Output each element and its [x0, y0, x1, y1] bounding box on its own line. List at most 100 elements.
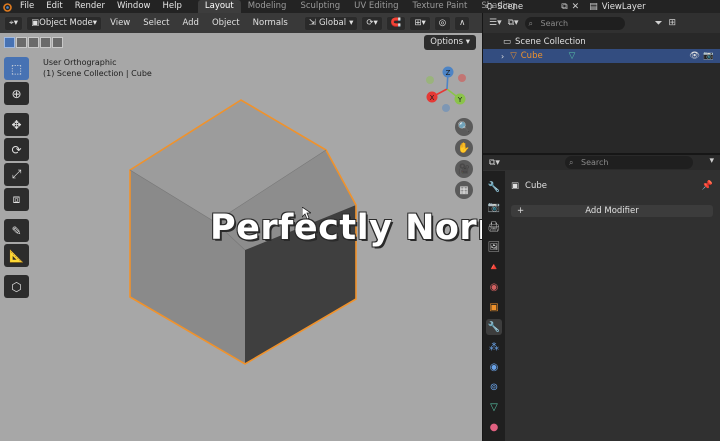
annotate-tool[interactable]: ✎	[4, 219, 29, 242]
world-tab-icon[interactable]: ◉	[486, 279, 502, 295]
add-modifier-button[interactable]: + Add Modifier	[511, 205, 713, 217]
object-name-label: Cube	[525, 181, 547, 191]
scene-browse-icon[interactable]: ⧉	[561, 2, 567, 12]
search-icon: ⌕	[528, 18, 534, 28]
filter-icon[interactable]: ⏷	[655, 18, 663, 29]
physics-tab-icon[interactable]: ◉	[486, 359, 502, 375]
chevron-down-icon[interactable]: ▾	[709, 156, 714, 166]
perspective-grid-icon[interactable]: ▦	[455, 181, 473, 199]
display-mode-icon[interactable]: ⧉▾	[508, 18, 519, 28]
tab-layout[interactable]: Layout	[197, 0, 241, 13]
snap-toggle[interactable]: 🧲	[385, 15, 407, 31]
menu-add[interactable]: Add	[177, 18, 203, 28]
workspace-tabs: Layout Modeling Sculpting UV Editing Tex…	[197, 0, 523, 13]
move-tool[interactable]: ✥	[4, 113, 29, 136]
render-tab-icon[interactable]: 📷	[486, 199, 502, 215]
menu-select[interactable]: Select	[138, 18, 174, 28]
particles-tab-icon[interactable]: ⁂	[486, 339, 502, 355]
output-tab-icon[interactable]: 🖨	[486, 219, 502, 235]
add-modifier-label: Add Modifier	[585, 206, 639, 216]
rotate-tool[interactable]: ⟳	[4, 138, 29, 161]
scale-tool[interactable]: ⤢	[4, 163, 29, 186]
gizmo-z-label: Z	[446, 69, 451, 77]
measure-tool[interactable]: 📐	[4, 244, 29, 267]
menu-view[interactable]: View	[105, 18, 135, 28]
chevron-down-icon: ▾	[92, 18, 98, 28]
scene-icon[interactable]: ⛭	[486, 2, 493, 12]
data-tab-icon[interactable]: ▽	[486, 399, 502, 415]
options-label: Options	[430, 37, 464, 47]
outliner-row-scene-collection[interactable]: ▭ Scene Collection	[483, 35, 720, 49]
tool-tab-icon[interactable]: 🔧	[486, 179, 502, 195]
search-icon: ⌕	[569, 158, 574, 167]
menu-window[interactable]: Window	[111, 0, 157, 13]
properties-header: ⧉▾ ⌕ Search ▾	[483, 155, 720, 170]
outliner-panel: ☰▾ ⧉▾ ⌕ Search ⏷ ⊞ ▭ Scene Collection › …	[482, 13, 720, 153]
material-tab-icon[interactable]: ●	[486, 419, 502, 435]
menu-help[interactable]: Help	[156, 0, 187, 13]
menu-render[interactable]: Render	[69, 0, 111, 13]
proportional-falloff-dropdown[interactable]: ∧	[454, 15, 471, 31]
transform-tool[interactable]: ⧈	[4, 188, 29, 211]
scene-name[interactable]: Scene	[497, 2, 557, 12]
scene-tab-icon[interactable]: 🔺	[486, 259, 502, 275]
object-tab-icon[interactable]: ▣	[486, 299, 502, 315]
select-box-tool[interactable]: ⬚	[4, 57, 29, 80]
tab-uv-editing[interactable]: UV Editing	[347, 0, 405, 13]
mode-dropdown[interactable]: ▣ Object Mode ▾	[26, 15, 103, 31]
editor-type-icon[interactable]: ⧉▾	[489, 158, 500, 168]
proportional-edit-toggle[interactable]: ◎	[433, 15, 452, 31]
add-cube-tool[interactable]: ⬡	[4, 275, 29, 298]
view-layer-name[interactable]: ViewLayer	[602, 2, 646, 12]
menu-file[interactable]: File	[14, 0, 40, 13]
collection-label: Scene Collection	[515, 37, 586, 47]
select-invert-icon[interactable]	[40, 36, 51, 48]
outliner-header: ☰▾ ⧉▾ ⌕ Search ⏷ ⊞	[483, 13, 720, 33]
transform-orientation-dropdown[interactable]: ⇲ Global ▾	[303, 15, 359, 31]
constraints-tab-icon[interactable]: ⊚	[486, 379, 502, 395]
scene-delete-icon[interactable]: ✕	[572, 2, 580, 12]
pin-icon[interactable]: 📌	[702, 181, 713, 191]
snap-dropdown[interactable]: ⊞▾	[409, 15, 431, 31]
pivot-dropdown[interactable]: ⟳▾	[361, 15, 383, 31]
tab-modeling[interactable]: Modeling	[241, 0, 294, 13]
tab-sculpting[interactable]: Sculpting	[293, 0, 347, 13]
select-intersect-icon[interactable]	[52, 36, 63, 48]
modifier-tab-icon[interactable]: 🔧	[486, 319, 502, 335]
menu-normals[interactable]: Normals	[248, 18, 293, 28]
zoom-icon[interactable]: 🔍	[455, 118, 473, 136]
editor-type-icon[interactable]: ☰▾	[489, 18, 502, 28]
select-subtract-icon[interactable]	[28, 36, 39, 48]
cursor-tool[interactable]: ⊕	[4, 82, 29, 105]
select-extend-icon[interactable]	[16, 36, 27, 48]
visibility-eye-icon[interactable]: 👁	[689, 51, 700, 61]
mesh-data-icon[interactable]: ▽	[569, 51, 576, 61]
options-dropdown[interactable]: Options ▾	[424, 35, 476, 50]
plus-icon: +	[517, 206, 525, 216]
properties-search-input[interactable]: ⌕ Search	[565, 156, 693, 169]
pan-hand-icon[interactable]: ✋	[455, 139, 473, 157]
properties-panel: ⧉▾ ⌕ Search ▾ 🔧 📷 🖨 🖼 🔺 ◉ ▣ 🔧 ⁂ ◉ ⊚ ▽ ● …	[482, 153, 720, 441]
collection-info: (1) Scene Collection | Cube	[43, 69, 152, 78]
view-layer-icon[interactable]: ▤	[589, 2, 598, 12]
camera-view-icon[interactable]: 🎥	[455, 160, 473, 178]
navigation-gizmo[interactable]: Z X Y	[422, 64, 472, 114]
blender-logo-icon[interactable]	[0, 0, 14, 13]
outliner-row-cube[interactable]: › ▽ Cube ▽ 👁 📷	[483, 49, 720, 63]
search-placeholder: Search	[540, 18, 569, 28]
menu-edit[interactable]: Edit	[40, 0, 68, 13]
render-camera-icon[interactable]: 📷	[703, 51, 714, 61]
tab-texture-paint[interactable]: Texture Paint	[406, 0, 475, 13]
expand-arrow-icon[interactable]: ›	[501, 52, 504, 61]
chevron-down-icon: ▾	[349, 18, 354, 28]
tool-shelf: ⬚ ⊕ ✥ ⟳ ⤢ ⧈ ✎ 📐 ⬡	[4, 57, 29, 298]
outliner-search-input[interactable]: ⌕ Search	[524, 16, 625, 30]
menu-object[interactable]: Object	[207, 18, 245, 28]
mode-label: Object Mode	[39, 18, 93, 28]
view-layer-tab-icon[interactable]: 🖼	[486, 239, 502, 255]
viewport-header: ⌖ ▾ ▣ Object Mode ▾ View Select Add Objec…	[0, 13, 482, 33]
new-collection-icon[interactable]: ⊞	[669, 18, 677, 28]
object-label: Cube	[520, 51, 543, 61]
select-new-icon[interactable]	[4, 36, 15, 48]
editor-type-button[interactable]: ⌖ ▾	[4, 15, 24, 31]
